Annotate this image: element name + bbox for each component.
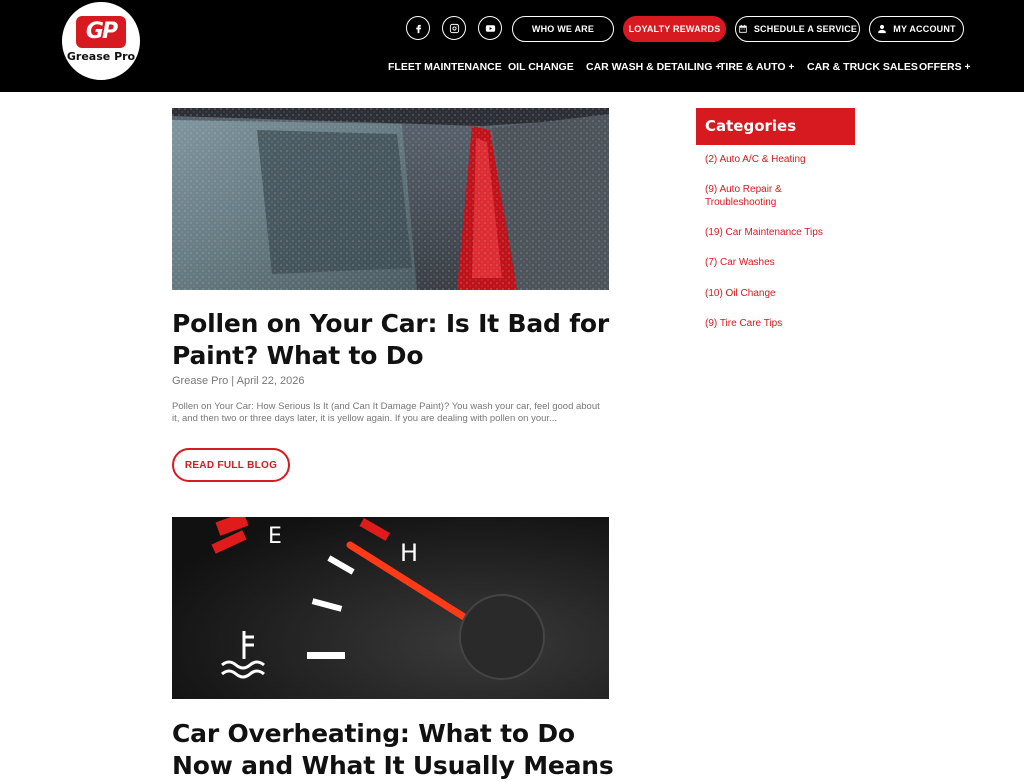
logo-mark: GP [76,16,126,48]
expand-plus-icon: + [788,61,795,73]
read-full-blog-button[interactable]: READ FULL BLOG [172,448,290,482]
logo-wordmark: Grease Pro [66,50,136,63]
nav-label: OIL CHANGE [508,61,574,73]
who-we-are-label: WHO WE ARE [531,24,595,34]
categories-heading: Categories [696,108,855,145]
nav-label: TIRE & AUTO [719,61,786,73]
youtube-icon[interactable] [478,16,502,40]
category-link[interactable]: (2) Auto A/C & Heating [705,154,835,167]
category-link[interactable]: (10) Oil Change [705,288,835,301]
category-link[interactable]: (19) Car Maintenance Tips [705,227,835,240]
nav-car-truck-sales[interactable]: CAR & TRUCK SALES [807,60,918,74]
loyalty-rewards-label: LOYALTY REWARDS [628,24,721,34]
my-account-label: MY ACCOUNT [893,24,956,34]
post-excerpt: Pollen on Your Car: How Serious Is It (a… [172,401,600,424]
read-full-blog-label: READ FULL BLOG [184,459,278,471]
schedule-service-label: SCHEDULE A SERVICE [753,24,858,34]
nav-label: CAR & TRUCK SALES [807,61,918,73]
category-link[interactable]: (7) Car Washes [705,257,835,270]
calendar-icon [739,24,747,33]
schedule-service-button[interactable]: SCHEDULE A SERVICE [735,16,860,42]
category-link[interactable]: (9) Tire Care Tips [705,318,835,331]
nav-offers[interactable]: OFFERS + [919,60,970,74]
expand-plus-icon: + [964,61,971,73]
nav-fleet-maintenance[interactable]: FLEET MAINTENANCE [388,60,502,74]
my-account-button[interactable]: MY ACCOUNT [869,16,964,42]
site-header: GP Grease Pro WHO WE ARE LOYALTY REWARDS… [0,0,1024,92]
nav-car-wash-detailing[interactable]: CAR WASH & DETAILING + [586,60,721,74]
nav-tire-auto[interactable]: TIRE & AUTO + [719,60,794,74]
loyalty-rewards-button[interactable]: LOYALTY REWARDS [623,16,726,42]
instagram-icon[interactable] [442,16,466,40]
nav-label: CAR WASH & DETAILING [586,61,713,73]
user-icon [878,24,886,34]
nav-oil-change[interactable]: OIL CHANGE [508,60,574,74]
overheating-gauge-image[interactable]: E H [172,517,609,699]
category-link[interactable]: (9) Auto Repair & Troubleshooting [705,184,835,209]
nav-label: OFFERS [919,61,962,73]
svg-text:E: E [268,524,282,549]
post-meta: Grease Pro | April 22, 2026 [172,375,305,387]
post-title[interactable]: Car Overheating: What to Do Now and What… [172,718,632,782]
svg-text:H: H [400,539,418,567]
nav-label: FLEET MAINTENANCE [388,61,502,73]
who-we-are-button[interactable]: WHO WE ARE [512,16,614,42]
grease-pro-logo[interactable]: GP Grease Pro [62,2,140,80]
pollen-car-image[interactable] [172,108,609,290]
post-title[interactable]: Pollen on Your Car: Is It Bad for Paint?… [172,308,632,372]
facebook-icon[interactable] [406,16,430,40]
